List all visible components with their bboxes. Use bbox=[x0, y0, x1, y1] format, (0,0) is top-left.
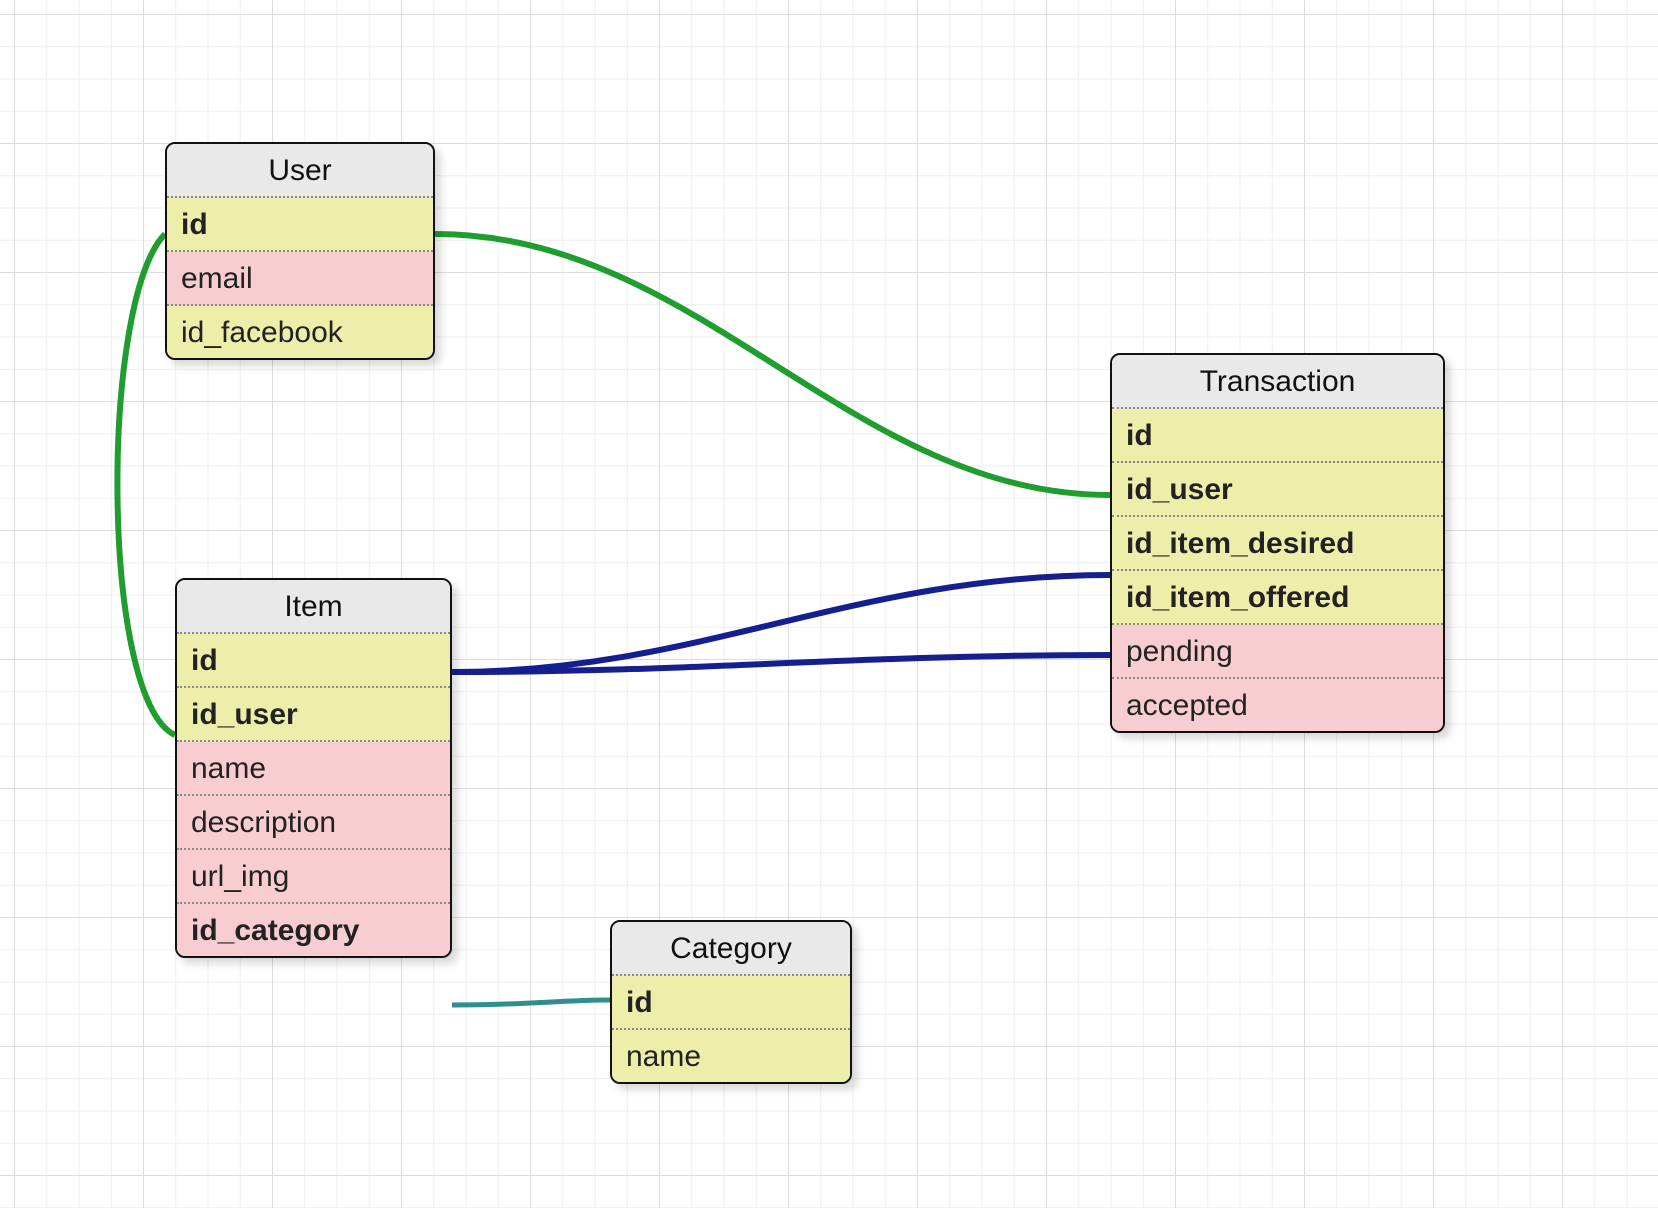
entity-transaction[interactable]: Transaction id id_user id_item_desired i… bbox=[1110, 353, 1445, 733]
field-item-id[interactable]: id bbox=[177, 634, 450, 688]
entity-transaction-title: Transaction bbox=[1112, 355, 1443, 409]
field-item-id-user[interactable]: id_user bbox=[177, 688, 450, 742]
entity-user-title: User bbox=[167, 144, 433, 198]
field-category-name[interactable]: name bbox=[612, 1030, 850, 1082]
field-item-name[interactable]: name bbox=[177, 742, 450, 796]
field-user-id-facebook[interactable]: id_facebook bbox=[167, 306, 433, 358]
field-item-description[interactable]: description bbox=[177, 796, 450, 850]
field-transaction-id-user[interactable]: id_user bbox=[1112, 463, 1443, 517]
field-item-id-category[interactable]: id_category bbox=[177, 904, 450, 956]
field-transaction-pending[interactable]: pending bbox=[1112, 625, 1443, 679]
field-category-id[interactable]: id bbox=[612, 976, 850, 1030]
field-user-email[interactable]: email bbox=[167, 252, 433, 306]
entity-user[interactable]: User id email id_facebook bbox=[165, 142, 435, 360]
field-item-url-img[interactable]: url_img bbox=[177, 850, 450, 904]
field-transaction-id[interactable]: id bbox=[1112, 409, 1443, 463]
diagram-canvas[interactable]: User id email id_facebook Item id id_use… bbox=[0, 0, 1658, 1208]
entity-item[interactable]: Item id id_user name description url_img… bbox=[175, 578, 452, 958]
field-transaction-accepted[interactable]: accepted bbox=[1112, 679, 1443, 731]
field-transaction-id-item-desired[interactable]: id_item_desired bbox=[1112, 517, 1443, 571]
entity-category-title: Category bbox=[612, 922, 850, 976]
field-transaction-id-item-offered[interactable]: id_item_offered bbox=[1112, 571, 1443, 625]
entity-category[interactable]: Category id name bbox=[610, 920, 852, 1084]
entity-item-title: Item bbox=[177, 580, 450, 634]
field-user-id[interactable]: id bbox=[167, 198, 433, 252]
